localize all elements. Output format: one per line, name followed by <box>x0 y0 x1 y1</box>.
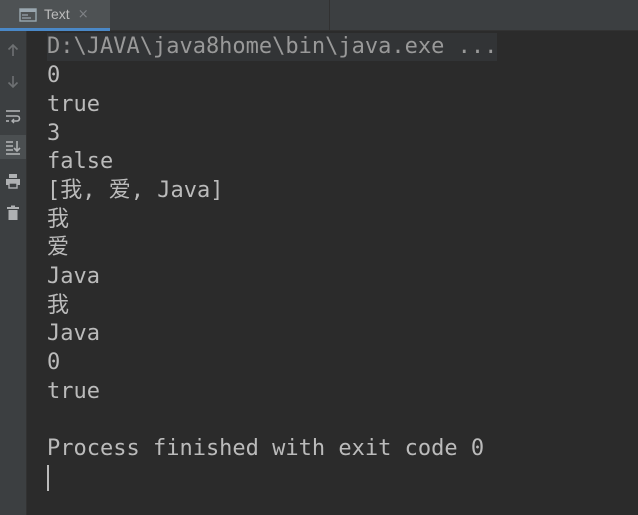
exit-message: Process finished with exit code 0 <box>47 436 485 461</box>
soft-wrap-icon[interactable] <box>0 104 26 128</box>
trash-icon[interactable] <box>0 201 26 225</box>
close-icon[interactable]: × <box>78 8 89 21</box>
tab-text[interactable]: Text × <box>0 0 110 31</box>
run-tool-window: Text × D:\JAVA\java8home\bin\java.exe ..… <box>0 0 638 515</box>
output-line: Java <box>47 264 100 289</box>
print-icon[interactable] <box>0 169 26 193</box>
output-line: 爱 <box>47 235 70 260</box>
command-line: D:\JAVA\java8home\bin\java.exe ... <box>47 33 498 61</box>
console-output[interactable]: D:\JAVA\java8home\bin\java.exe ... 0 tru… <box>27 31 638 515</box>
output-line: true <box>47 379 100 404</box>
console-toolbar <box>0 31 27 515</box>
arrow-down-icon[interactable] <box>0 70 26 94</box>
tab-label: Text <box>44 6 70 22</box>
output-line: 0 <box>47 350 61 375</box>
output-line: Java <box>47 321 100 346</box>
text-caret <box>47 465 49 491</box>
output-line: false <box>47 149 114 174</box>
output-line: 3 <box>47 121 61 146</box>
output-line: true <box>47 92 100 117</box>
scroll-to-end-icon[interactable] <box>0 135 26 159</box>
output-line: 我 <box>47 207 70 232</box>
arrow-up-icon[interactable] <box>0 38 26 62</box>
output-line: 我 <box>47 293 70 318</box>
output-line: 0 <box>47 63 61 88</box>
tab-divider <box>329 0 330 31</box>
console-icon <box>19 7 37 22</box>
tab-bar: Text × <box>0 0 638 31</box>
output-line: [我, 爱, Java] <box>47 178 224 203</box>
